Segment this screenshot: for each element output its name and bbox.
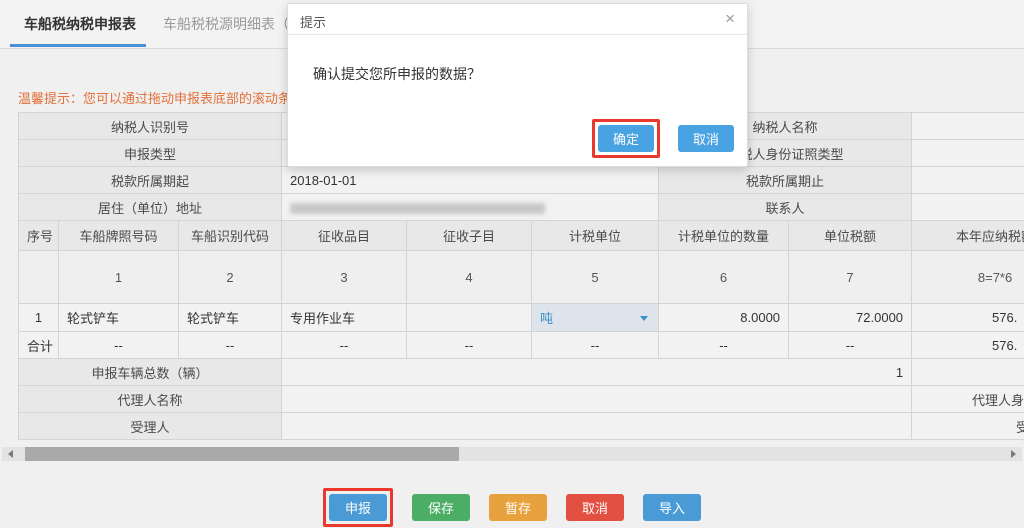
total-seq: 合计 [19, 332, 59, 359]
confirm-dialog: 提示 × 确认提交您所申报的数据？ 确定 取消 [287, 3, 748, 167]
import-button[interactable]: 导入 [643, 494, 701, 521]
col-num-1: 1 [59, 251, 179, 304]
confirm-button-highlight: 确定 [592, 119, 660, 158]
table-row: 受理人 受 [19, 413, 1024, 440]
dialog-buttons: 确定 取消 [592, 119, 734, 158]
field-value-taxpayer-name [912, 113, 1024, 140]
cell-plate: 轮式铲车 [59, 304, 179, 332]
col-header-unit: 计税单位 [532, 221, 659, 251]
field-label-declaration-type: 申报类型 [19, 140, 282, 167]
label-acceptor: 受理人 [19, 413, 282, 440]
col-num-8: 8=7*6 [912, 251, 1024, 304]
field-value-id-doc-type [912, 140, 1024, 167]
table-header-row: 序号 车船牌照号码 车船识别代码 征收品目 征收子目 计税单位 计税单位的数量 … [19, 221, 1024, 251]
cell-vin: 轮式铲车 [179, 304, 282, 332]
value-total-vehicles: 1 [282, 359, 912, 386]
col-header-plate: 车船牌照号码 [59, 221, 179, 251]
unit-dropdown-value: 吨 [540, 311, 553, 326]
scrollbar-thumb[interactable] [25, 447, 459, 461]
col-num-6: 6 [659, 251, 789, 304]
horizontal-scrollbar[interactable] [2, 447, 1022, 461]
declare-button-highlight: 申报 [323, 488, 393, 527]
close-icon[interactable]: × [725, 10, 735, 27]
label-total-vehicles: 申报车辆总数（辆） [19, 359, 282, 386]
dialog-message: 确认提交您所申报的数据？ [313, 64, 481, 84]
extra-total-vehicles [912, 359, 1024, 386]
table-row: 申报车辆总数（辆） 1 [19, 359, 1024, 386]
field-label-taxpayer-id: 纳税人识别号 [19, 113, 282, 140]
table-row: 代理人名称 代理人身 [19, 386, 1024, 413]
col-header-annual-tax: 本年应纳税额 [912, 221, 1024, 251]
column-number-row: 1 2 3 4 5 6 7 8=7*6 [19, 251, 1024, 304]
action-bar: 申报 保存 暂存 取消 导入 [0, 488, 1024, 527]
col-num-2: 2 [179, 251, 282, 304]
save-button[interactable]: 保存 [412, 494, 470, 521]
tab-vehicle-tax-return[interactable]: 车船税纳税申报表 [24, 14, 136, 34]
cell-subitem [407, 304, 532, 332]
table-row: 税款所属期起 2018-01-01 税款所属期止 [19, 167, 1024, 194]
col-header-vin: 车船识别代码 [179, 221, 282, 251]
declare-button[interactable]: 申报 [329, 494, 387, 521]
redacted-address-block [290, 203, 545, 214]
field-label-period-end: 税款所属期止 [659, 167, 912, 194]
total-unit: -- [532, 332, 659, 359]
field-label-contact: 联系人 [659, 194, 912, 221]
dialog-title: 提示 [300, 12, 326, 31]
total-item: -- [282, 332, 407, 359]
unit-dropdown[interactable]: 吨 [532, 304, 659, 332]
total-subitem: -- [407, 332, 532, 359]
col-num-0 [19, 251, 59, 304]
field-value-period-start: 2018-01-01 [282, 167, 659, 194]
col-num-7: 7 [789, 251, 912, 304]
notice-text: 温馨提示：您可以通过拖动申报表底部的滚动条来 [18, 88, 304, 107]
confirm-button[interactable]: 确定 [598, 125, 654, 152]
label-agent-name: 代理人名称 [19, 386, 282, 413]
field-value-period-end [912, 167, 1024, 194]
cell-qty: 8.0000 [659, 304, 789, 332]
col-num-4: 4 [407, 251, 532, 304]
total-vin: -- [179, 332, 282, 359]
col-num-5: 5 [532, 251, 659, 304]
value-agent-name [282, 386, 912, 413]
col-header-unit-tax: 单位税额 [789, 221, 912, 251]
scroll-left-icon[interactable] [8, 450, 13, 458]
total-plate: -- [59, 332, 179, 359]
field-label-period-start: 税款所属期起 [19, 167, 282, 194]
extra-agent-id: 代理人身 [912, 386, 1024, 413]
total-unit-tax: -- [789, 332, 912, 359]
field-value-contact [912, 194, 1024, 221]
field-label-address: 居住（单位）地址 [19, 194, 282, 221]
col-num-3: 3 [282, 251, 407, 304]
col-header-seq: 序号 [19, 221, 59, 251]
col-header-subitem: 征收子目 [407, 221, 532, 251]
vehicle-data-row: 1 轮式铲车 轮式铲车 专用作业车 吨 8.0000 72.0000 576. [19, 304, 1024, 332]
col-header-item: 征收品目 [282, 221, 407, 251]
dialog-cancel-button[interactable]: 取消 [678, 125, 734, 152]
temp-save-button[interactable]: 暂存 [489, 494, 547, 521]
total-qty: -- [659, 332, 789, 359]
dropdown-caret-icon [640, 316, 648, 321]
total-row: 合计 -- -- -- -- -- -- -- 576. [19, 332, 1024, 359]
col-header-qty: 计税单位的数量 [659, 221, 789, 251]
cell-seq: 1 [19, 304, 59, 332]
cell-annual-tax: 576. [912, 304, 1024, 332]
active-tab-underline [10, 44, 146, 47]
cell-item: 专用作业车 [282, 304, 407, 332]
total-annual-tax: 576. [912, 332, 1024, 359]
value-acceptor [282, 413, 912, 440]
extra-acceptor: 受 [912, 413, 1024, 440]
dialog-header: 提示 × [288, 4, 747, 35]
cell-unit-tax: 72.0000 [789, 304, 912, 332]
field-value-address [282, 194, 659, 221]
table-row: 居住（单位）地址 联系人 [19, 194, 1024, 221]
cancel-button[interactable]: 取消 [566, 494, 624, 521]
scroll-right-icon[interactable] [1011, 450, 1016, 458]
